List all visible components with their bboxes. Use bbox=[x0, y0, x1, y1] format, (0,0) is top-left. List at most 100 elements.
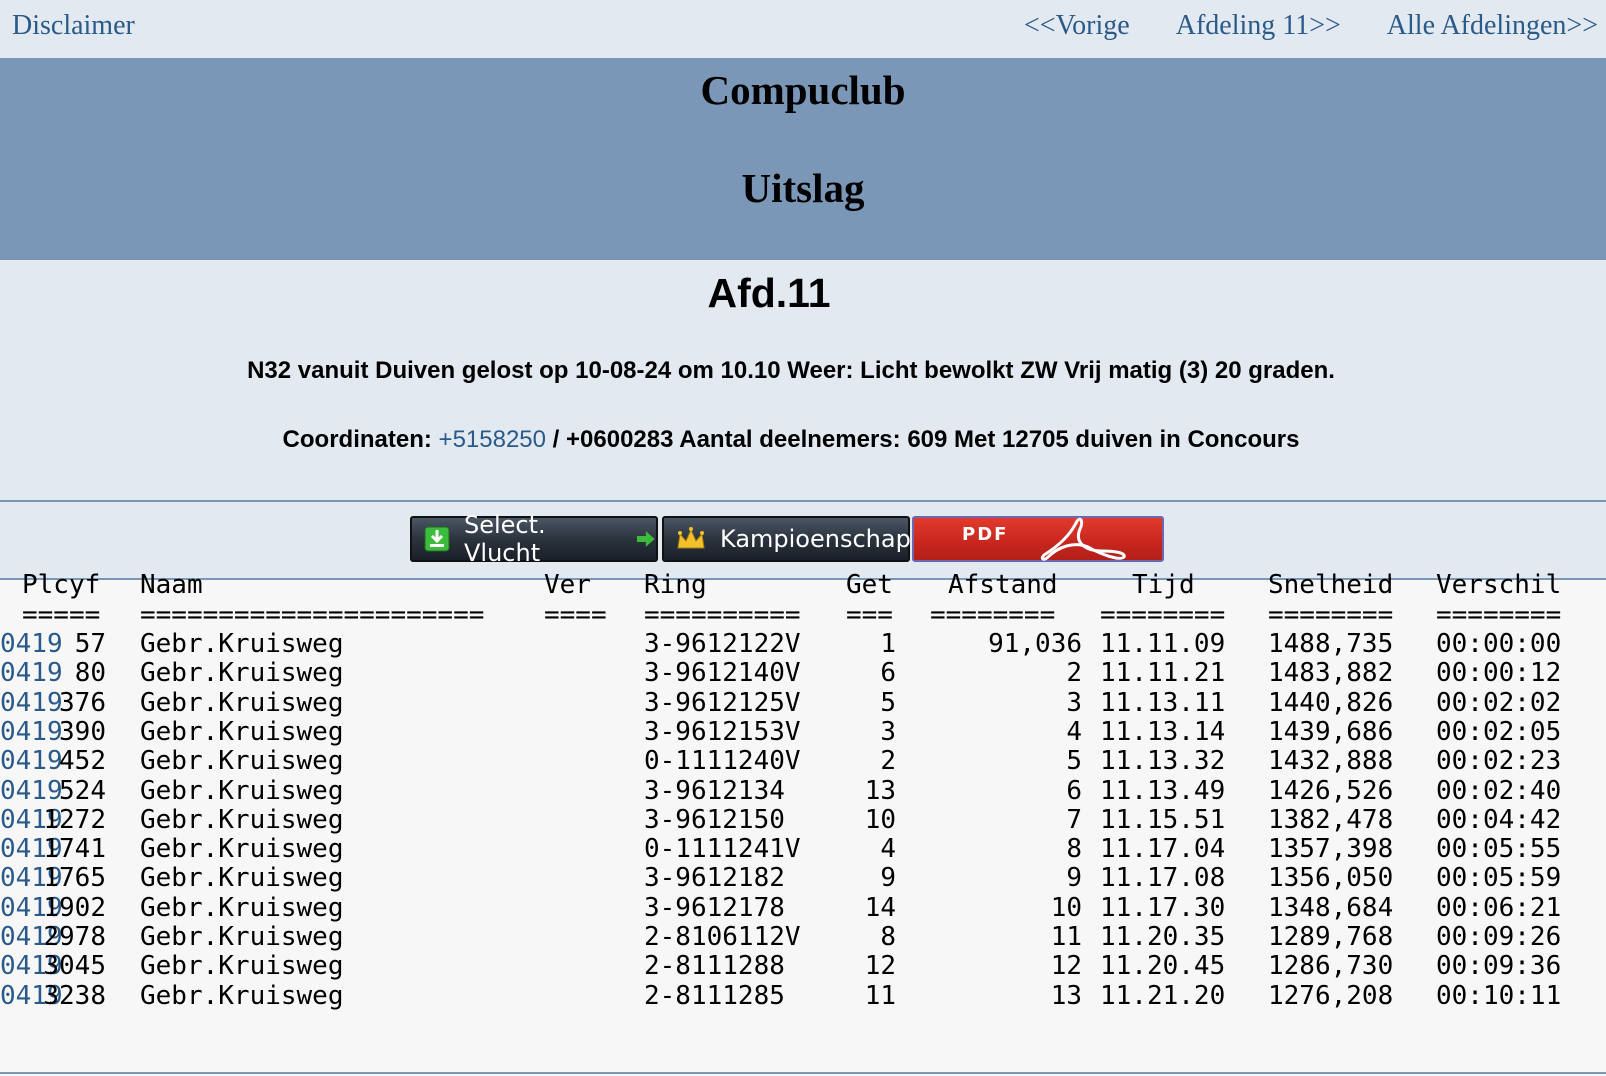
cell-plcyf: 1741 bbox=[43, 834, 106, 865]
cell-naam: Gebr.Kruisweg bbox=[140, 746, 344, 777]
cell-ring: 3-9612182 bbox=[644, 863, 785, 894]
cell-tijd: 11.11.21 bbox=[1100, 658, 1226, 689]
table-row: 2978 Gebr.Kruisweg 0419 2-8106112V 8 11 11.20.… bbox=[0, 922, 1606, 952]
results-table: Plcyf Naam Ver Ring Get Afstand Tijd Sne… bbox=[0, 570, 1606, 1074]
cell-verschil: 00:09:26 bbox=[1436, 922, 1562, 952]
table-row: 390 Gebr.Kruisweg 0419 3-9612153V 3 4 11.13.14… bbox=[0, 717, 1606, 747]
cell-ring: 3-9612122V bbox=[644, 629, 801, 659]
cell-tijd: 11.17.30 bbox=[1100, 892, 1226, 923]
col-naam: Naam bbox=[140, 570, 203, 600]
cell-afstand: 2 bbox=[1066, 658, 1082, 689]
cell-naam: Gebr.Kruisweg bbox=[140, 775, 344, 806]
sep-afstand: ======== bbox=[930, 600, 1056, 630]
cell-tijd: 11.15.51 bbox=[1100, 804, 1226, 835]
cell-snelheid: 1357,398 bbox=[1268, 834, 1394, 865]
cell-ring: 2-8111285 bbox=[644, 980, 785, 1011]
table-row: 1902 Gebr.Kruisweg 0419 3-9612178 14 10 11.17.… bbox=[0, 893, 1606, 923]
cell-get: 3 bbox=[880, 716, 896, 747]
cell-naam: Gebr.Kruisweg bbox=[140, 863, 344, 894]
col-snelheid: Snelheid bbox=[1268, 570, 1394, 600]
kampioenschap-label: Kampioenschap. bbox=[720, 525, 919, 553]
col-ring: Ring bbox=[644, 570, 707, 600]
table-row: 524 Gebr.Kruisweg 0419 3-9612134 13 6 11.13.49… bbox=[0, 776, 1606, 806]
top-navigation: Disclaimer <<Vorige Afdeling 11>> Alle Afd… bbox=[0, 0, 1606, 58]
cell-naam: Gebr.Kruisweg bbox=[140, 687, 344, 718]
cell-get: 11 bbox=[864, 980, 896, 1011]
cell-ring: 3-9612153V bbox=[644, 716, 801, 747]
disclaimer-link[interactable]: Disclaimer bbox=[12, 10, 135, 42]
cell-snelheid: 1440,826 bbox=[1268, 687, 1394, 718]
table-row: 3238 Gebr.Kruisweg 0419 2-8111285 11 13 11.21.… bbox=[0, 981, 1606, 1011]
cell-afstand: 13 bbox=[1050, 980, 1082, 1011]
page-nav-links: <<Vorige Afdeling 11>> Alle Afdelingen>> bbox=[978, 10, 1598, 42]
cell-tijd: 11.17.04 bbox=[1100, 834, 1226, 865]
cell-plcyf: 1765 bbox=[43, 863, 106, 894]
cell-verschil: 00:05:59 bbox=[1436, 863, 1562, 894]
sep-get: === bbox=[846, 600, 893, 630]
table-row: 1765 Gebr.Kruisweg 0419 3-9612182 9 9 11.17.08… bbox=[0, 863, 1606, 893]
cell-snelheid: 1439,686 bbox=[1268, 716, 1394, 747]
cell-naam: Gebr.Kruisweg bbox=[140, 629, 344, 659]
cell-plcyf: 80 bbox=[74, 658, 106, 689]
cell-verschil: 00:02:05 bbox=[1436, 716, 1562, 747]
cell-afstand: 9 bbox=[1066, 863, 1082, 894]
cell-ring: 3-9612134 bbox=[644, 775, 785, 806]
afdeling-heading: Afd.11 bbox=[707, 270, 831, 316]
cell-ring: 3-9612140V bbox=[644, 658, 801, 689]
table-row: 376 Gebr.Kruisweg 0419 3-9612125V 5 3 11.13.11… bbox=[0, 688, 1606, 718]
cell-get: 8 bbox=[880, 922, 896, 952]
cell-snelheid: 1432,888 bbox=[1268, 746, 1394, 777]
cell-tijd: 11.13.32 bbox=[1100, 746, 1226, 777]
cell-verschil: 00:10:11 bbox=[1436, 980, 1562, 1011]
kampioenschap-button[interactable]: Kampioenschap. bbox=[662, 516, 918, 562]
sep-ver: ==== bbox=[544, 600, 607, 630]
header-banner: Compuclub Uitslag bbox=[0, 58, 1606, 260]
col-verschil: Verschil bbox=[1436, 570, 1562, 600]
cell-ring: 0-1111240V bbox=[644, 746, 801, 777]
cell-tijd: 11.13.14 bbox=[1100, 716, 1226, 747]
cell-plcyf: 376 bbox=[59, 687, 106, 718]
cell-afstand: 10 bbox=[1050, 892, 1082, 923]
cell-plcyf: 3238 bbox=[43, 980, 106, 1011]
cell-naam: Gebr.Kruisweg bbox=[140, 804, 344, 835]
cell-get: 6 bbox=[880, 658, 896, 689]
cell-verschil: 00:00:00 bbox=[1436, 629, 1562, 659]
club-title: Compuclub bbox=[700, 67, 906, 113]
cell-afstand: 8 bbox=[1066, 834, 1082, 865]
select-vlucht-button[interactable]: Select. Vlucht bbox=[410, 511, 658, 567]
coordinates-line: Coordinaten: +5158250 / +0600283 Aantal … bbox=[0, 426, 1594, 454]
cell-naam: Gebr.Kruisweg bbox=[140, 922, 344, 952]
afdeling-link[interactable]: Afdeling 11>> bbox=[1176, 10, 1341, 41]
table-row: 1272 Gebr.Kruisweg 0419 3-9612150 10 7 11.15.5… bbox=[0, 805, 1606, 835]
cell-snelheid: 1348,684 bbox=[1268, 892, 1394, 923]
cell-naam: Gebr.Kruisweg bbox=[140, 834, 344, 865]
cell-ring: 3-9612178 bbox=[644, 892, 785, 923]
cell-get: 1 bbox=[880, 629, 896, 659]
cell-plcyf: 390 bbox=[59, 716, 106, 747]
flight-info: Afd.11 N32 vanuit Duiven gelost op 10-08… bbox=[0, 260, 1606, 502]
pdf-label: PDF bbox=[962, 523, 1009, 545]
cell-verschil: 00:09:36 bbox=[1436, 951, 1562, 982]
crown-icon bbox=[677, 527, 705, 549]
cell-tijd: 11.11.09 bbox=[1100, 629, 1226, 659]
cell-snelheid: 1488,735 bbox=[1268, 629, 1394, 659]
cell-afstand: 6 bbox=[1066, 775, 1082, 806]
cell-snelheid: 1382,478 bbox=[1268, 804, 1394, 835]
cell-plcyf: 1272 bbox=[43, 804, 106, 835]
table-separator: ===== ====================== ==== ======… bbox=[0, 600, 1606, 630]
cell-naam: Gebr.Kruisweg bbox=[140, 951, 344, 982]
sep-snelheid: ======== bbox=[1268, 600, 1394, 630]
coordinates-link[interactable]: +5158250 bbox=[439, 426, 546, 453]
table-row: 57 Gebr.Kruisweg 0419 3-9612122V 1 91,036 11.1… bbox=[0, 629, 1606, 659]
cell-get: 2 bbox=[880, 746, 896, 777]
cell-plcyf: 1902 bbox=[43, 892, 106, 923]
prev-link[interactable]: <<Vorige bbox=[1024, 10, 1130, 41]
cell-tijd: 11.21.20 bbox=[1100, 980, 1226, 1011]
pdf-button[interactable]: PDF bbox=[912, 516, 1164, 562]
col-plcyf: Plcyf bbox=[22, 570, 101, 600]
page-title: Uitslag bbox=[741, 165, 865, 211]
cell-verschil: 00:02:40 bbox=[1436, 775, 1562, 806]
cell-snelheid: 1286,730 bbox=[1268, 951, 1394, 982]
sep-tijd: ======== bbox=[1100, 600, 1226, 630]
all-afdelingen-link[interactable]: Alle Afdelingen>> bbox=[1387, 10, 1598, 41]
